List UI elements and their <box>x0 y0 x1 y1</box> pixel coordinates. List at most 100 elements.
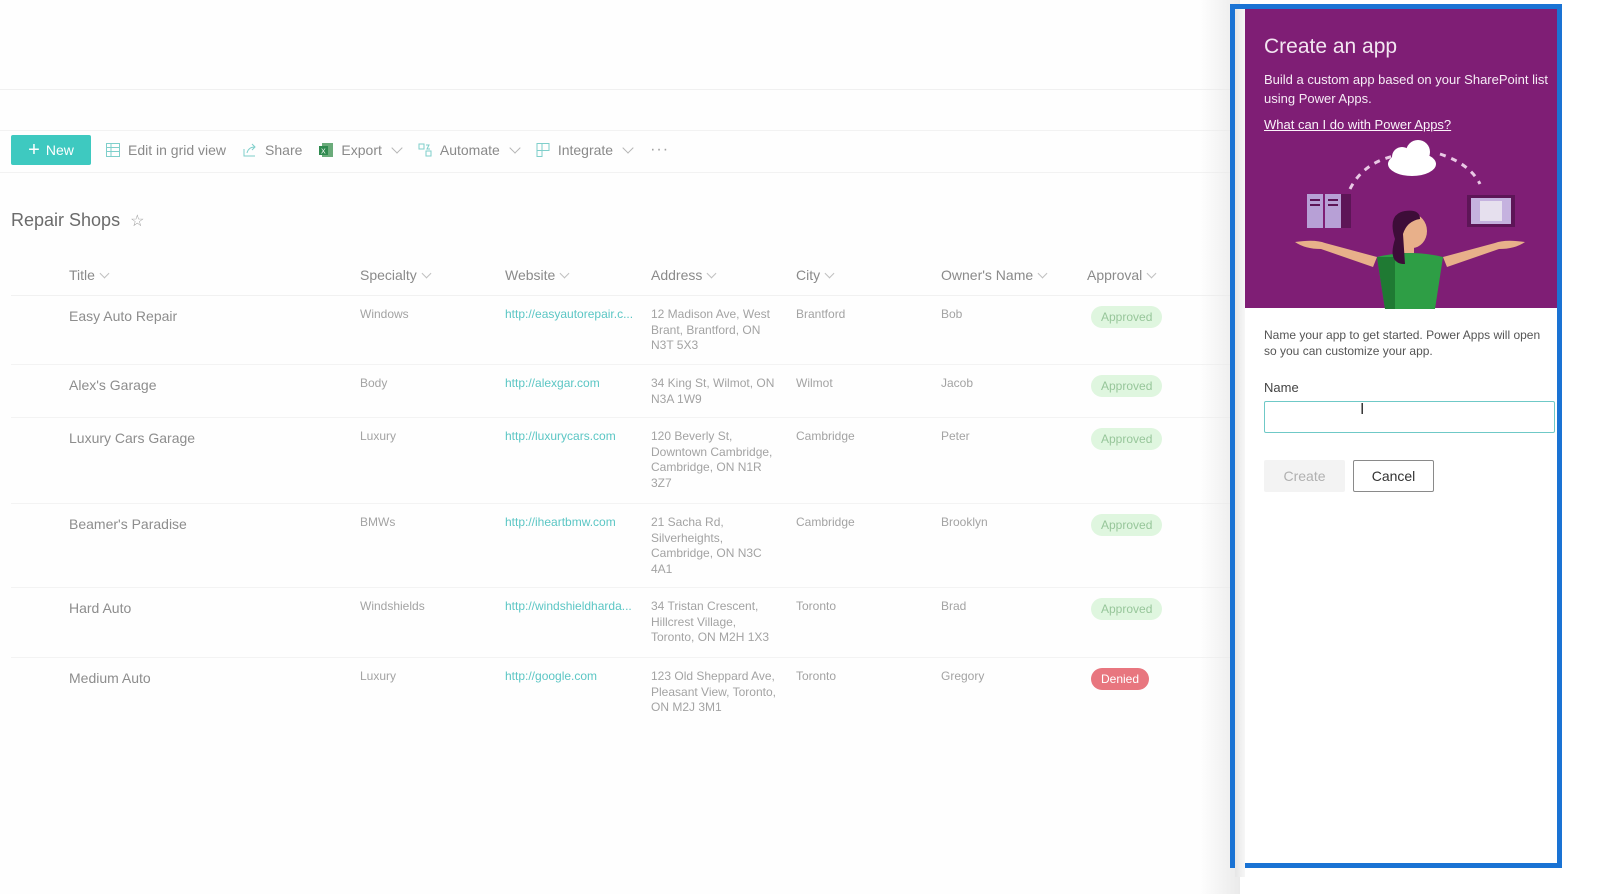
column-header-owner[interactable]: Owner's Name <box>941 267 1048 283</box>
column-header-label: City <box>796 267 821 283</box>
column-header-label: Owner's Name <box>941 267 1034 283</box>
cell-specialty: Windshields <box>360 599 425 613</box>
cell-city: Cambridge <box>796 515 855 529</box>
cancel-button[interactable]: Cancel <box>1353 460 1434 492</box>
cell-address: 123 Old Sheppard Ave, Pleasant View, Tor… <box>651 669 776 714</box>
chevron-down-icon <box>706 268 717 278</box>
column-header-title[interactable]: Title <box>69 267 110 283</box>
table-row[interactable]: Luxury Cars Garage Luxury http://luxuryc… <box>11 418 1231 504</box>
chevron-down-icon <box>559 268 570 278</box>
export-button[interactable]: X Export <box>318 142 403 158</box>
column-header-label: Specialty <box>360 267 417 283</box>
commandbar-divider-top <box>0 130 1240 131</box>
export-label: Export <box>341 142 382 158</box>
cell-city: Cambridge <box>796 429 855 443</box>
cell-owner: Bob <box>941 307 963 321</box>
cell-title[interactable]: Hard Auto <box>69 599 131 617</box>
cell-specialty: BMWs <box>360 515 396 529</box>
table-row[interactable]: Hard Auto Windshields http://windshieldh… <box>11 588 1231 658</box>
share-button[interactable]: Share <box>242 142 302 158</box>
power-apps-illustration-icon <box>1295 140 1525 309</box>
cell-owner: Brad <box>941 599 967 613</box>
cell-title[interactable]: Easy Auto Repair <box>69 307 177 325</box>
cell-website-link[interactable]: http://google.com <box>505 669 597 685</box>
automate-button[interactable]: Automate <box>417 142 521 158</box>
chevron-down-icon <box>99 268 110 278</box>
power-apps-help-link[interactable]: What can I do with Power Apps? <box>1264 117 1451 132</box>
command-bar: + New Edit in grid view Share X Export A… <box>11 135 669 165</box>
cell-title[interactable]: Beamer's Paradise <box>69 515 187 533</box>
chevron-down-icon <box>1037 268 1048 278</box>
column-header-address[interactable]: Address <box>651 267 717 283</box>
edit-grid-view-label: Edit in grid view <box>128 142 227 158</box>
cell-website-link[interactable]: http://windshieldharda... <box>505 599 632 615</box>
more-options-icon[interactable]: ··· <box>650 141 669 159</box>
integrate-label: Integrate <box>557 142 614 158</box>
grid-view-icon <box>105 142 121 158</box>
table-row[interactable]: Alex's Garage Body http://alexgar.com 34… <box>11 365 1231 418</box>
new-button-label: New <box>45 142 74 158</box>
cell-address: 34 King St, Wilmot, ON N3A 1W9 <box>651 376 775 406</box>
panel-hero: Create an app Build a custom app based o… <box>1245 9 1557 309</box>
integrate-button[interactable]: Integrate <box>535 142 634 158</box>
integrate-icon <box>535 142 551 158</box>
list-header: Repair Shops ☆ <box>11 210 144 231</box>
new-button[interactable]: + New <box>11 135 91 165</box>
cell-website-link[interactable]: http://alexgar.com <box>505 376 600 392</box>
cell-city: Toronto <box>796 599 837 613</box>
column-header-label: Address <box>651 267 703 283</box>
status-badge: Approved <box>1091 306 1163 328</box>
cell-owner: Gregory <box>941 669 985 683</box>
table-row[interactable]: Easy Auto Repair Windows http://easyauto… <box>11 296 1231 365</box>
cell-address: 12 Madison Ave, West Brant, Brantford, O… <box>651 307 770 352</box>
cell-owner: Peter <box>941 429 970 443</box>
panel-instructions: Name your app to get started. Power Apps… <box>1264 328 1541 358</box>
cell-website-link[interactable]: http://iheartbmw.com <box>505 515 616 531</box>
cell-specialty: Luxury <box>360 429 397 443</box>
table-row[interactable]: Medium Auto Luxury http://google.com 123… <box>11 658 1231 727</box>
status-badge: Approved <box>1091 514 1163 536</box>
panel-description: Build a custom app based on your SharePo… <box>1264 72 1549 106</box>
column-header-label: Title <box>69 267 95 283</box>
panel-actions: Create Cancel <box>1264 460 1556 492</box>
column-header-specialty[interactable]: Specialty <box>360 267 432 283</box>
chevron-down-icon <box>824 268 835 278</box>
cell-address: 34 Tristan Crescent, Hillcrest Village, … <box>651 599 770 644</box>
column-header-approval[interactable]: Approval <box>1087 267 1157 283</box>
share-label: Share <box>265 142 303 158</box>
cell-title[interactable]: Luxury Cars Garage <box>69 429 195 447</box>
header-divider <box>0 89 1240 90</box>
status-badge: Denied <box>1091 668 1150 690</box>
cell-specialty: Luxury <box>360 669 397 683</box>
cell-website-link[interactable]: http://luxurycars.com <box>505 429 616 445</box>
cell-owner: Jacob <box>941 376 974 390</box>
commandbar-divider-bottom <box>0 172 1240 173</box>
excel-icon: X <box>318 142 334 158</box>
star-icon[interactable]: ☆ <box>130 211 144 231</box>
automate-label: Automate <box>439 142 500 158</box>
app-name-input[interactable] <box>1264 401 1555 433</box>
status-badge: Approved <box>1091 428 1163 450</box>
column-header-city[interactable]: City <box>796 267 835 283</box>
chevron-down-icon <box>421 268 432 278</box>
text-cursor-icon: I <box>1360 401 1365 418</box>
cell-specialty: Windows <box>360 307 409 321</box>
automate-icon <box>417 142 433 158</box>
status-badge: Approved <box>1091 375 1163 397</box>
column-header-label: Website <box>505 267 556 283</box>
sharepoint-list-page: + New Edit in grid view Share X Export A… <box>0 0 1240 894</box>
chevron-down-icon <box>509 142 521 154</box>
cell-city: Brantford <box>796 307 846 321</box>
cell-website-link[interactable]: http://easyautorepair.c... <box>505 307 633 323</box>
table-row[interactable]: Beamer's Paradise BMWs http://iheartbmw.… <box>11 504 1231 588</box>
name-field-label: Name <box>1264 380 1299 395</box>
create-button[interactable]: Create <box>1264 460 1345 492</box>
cell-title[interactable]: Medium Auto <box>69 669 151 687</box>
column-headers: Title Specialty Website Address City Own… <box>11 258 1231 296</box>
cell-title[interactable]: Alex's Garage <box>69 376 157 394</box>
cloud-icon <box>1388 140 1436 176</box>
cell-address: 120 Beverly St, Downtown Cambridge, Camb… <box>651 429 773 490</box>
chevron-down-icon <box>391 142 403 154</box>
edit-grid-view-button[interactable]: Edit in grid view <box>105 142 226 158</box>
column-header-website[interactable]: Website <box>505 267 570 283</box>
